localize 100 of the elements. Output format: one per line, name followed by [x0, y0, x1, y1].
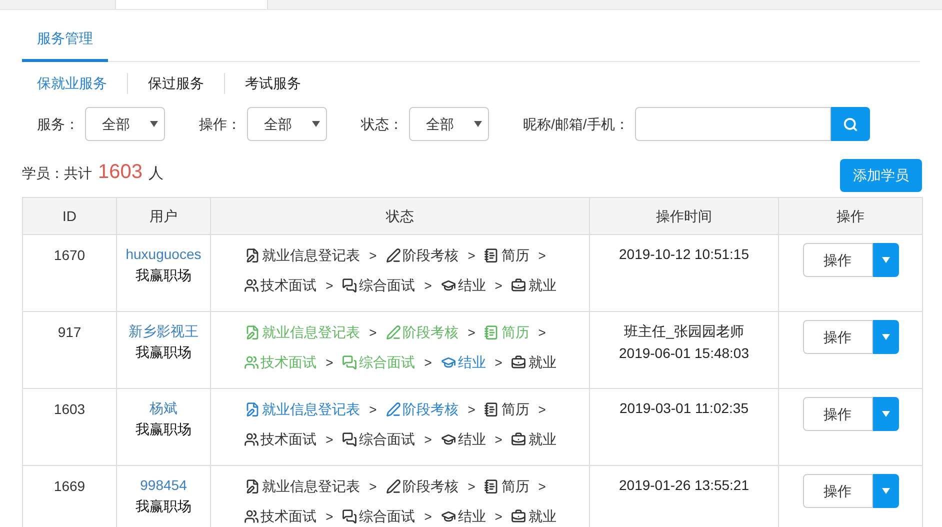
service-tab[interactable]: 考试服务 — [225, 72, 321, 94]
document-pen-icon — [245, 248, 260, 263]
step-label: 就业 — [528, 430, 556, 449]
step-label: 简历 — [501, 400, 530, 419]
column-header: 操作 — [778, 198, 922, 234]
chat-bubbles-icon — [342, 278, 358, 293]
service-tab[interactable]: 保过服务 — [128, 72, 224, 94]
step-separator: > — [326, 430, 334, 449]
user-link[interactable]: 杨斌 — [150, 398, 178, 419]
filter-label: 状态： — [361, 114, 403, 134]
operation-time: 2019-03-01 11:02:35 — [620, 399, 748, 418]
caret-icon — [312, 121, 320, 127]
search-field[interactable] — [634, 107, 831, 141]
action-button[interactable]: 操作 — [802, 243, 872, 277]
step-label: 综合面试 — [359, 276, 416, 295]
service-tab[interactable]: 保就业服务 — [22, 72, 127, 94]
step-separator: > — [369, 400, 377, 419]
step-separator: > — [494, 430, 502, 449]
step-label: 就业信息登记表 — [262, 246, 360, 265]
step-separator: > — [424, 508, 432, 526]
column-header: 操作时间 — [590, 198, 778, 234]
step-separator: > — [369, 324, 377, 342]
step-separator: > — [494, 276, 502, 295]
notebook-icon — [484, 479, 500, 494]
filter-select[interactable]: 全部 — [247, 107, 327, 141]
users-icon — [244, 432, 259, 447]
student-count-label: 学员：共计 — [22, 164, 92, 183]
step-label: 综合面试 — [359, 353, 416, 372]
page-tab[interactable]: 服务管理 — [22, 28, 108, 62]
step-label: 简历 — [501, 246, 530, 265]
user-link[interactable]: huxuguoces — [126, 244, 202, 265]
briefcase-icon — [511, 432, 526, 447]
step-label: 结业 — [458, 430, 486, 449]
briefcase-icon — [511, 509, 526, 524]
id-cell: 1670 — [22, 234, 116, 312]
step-label: 技术面试 — [260, 430, 317, 449]
step-label: 结业 — [458, 353, 486, 372]
action-dropdown-toggle[interactable] — [872, 243, 898, 277]
step-label: 就业信息登记表 — [262, 477, 360, 496]
step-label: 综合面试 — [359, 507, 416, 526]
step-label: 阶段考核 — [402, 477, 459, 496]
user-link[interactable]: 998454 — [140, 475, 187, 496]
user-org: 我赢职场 — [136, 420, 192, 439]
step-label: 技术面试 — [260, 353, 317, 372]
action-dropdown-toggle[interactable] — [872, 397, 898, 431]
search-button[interactable] — [830, 107, 870, 141]
step-label: 就业 — [528, 507, 556, 526]
search-icon — [842, 116, 858, 132]
operation-time: 班主任_张园园老师 — [624, 322, 744, 341]
filter-label: 服务： — [37, 114, 79, 134]
caret-icon — [150, 121, 158, 127]
id-cell: 1669 — [22, 466, 116, 527]
step-separator: > — [538, 400, 546, 419]
operation-time: 2019-06-01 15:48:03 — [619, 344, 749, 363]
step-label: 综合面试 — [359, 430, 416, 449]
step-label: 阶段考核 — [402, 246, 459, 265]
id-cell: 917 — [22, 312, 116, 388]
step-label: 技术面试 — [260, 276, 317, 295]
operation-time: 2019-10-12 10:51:15 — [619, 245, 749, 264]
pen-icon — [386, 402, 401, 417]
caret-icon — [882, 257, 890, 263]
action-dropdown-toggle[interactable] — [872, 474, 898, 508]
action-dropdown-toggle[interactable] — [872, 320, 898, 354]
step-label: 就业 — [528, 276, 556, 295]
action-button[interactable]: 操作 — [802, 320, 872, 354]
step-label: 简历 — [501, 323, 530, 342]
filter-select[interactable]: 全部 — [409, 107, 489, 141]
caret-icon — [474, 121, 482, 127]
step-separator: > — [326, 354, 334, 372]
step-separator: > — [468, 324, 476, 342]
briefcase-icon — [511, 355, 526, 370]
briefcase-icon — [511, 278, 526, 293]
notebook-icon — [484, 248, 500, 263]
step-label: 就业 — [528, 353, 556, 372]
step-separator: > — [468, 246, 476, 265]
step-separator: > — [424, 276, 432, 295]
step-label: 技术面试 — [260, 507, 317, 526]
step-separator: > — [468, 478, 476, 496]
filter-select[interactable]: 全部 — [85, 107, 165, 141]
user-link[interactable]: 新乡影视王 — [128, 321, 198, 342]
step-separator: > — [424, 354, 432, 372]
step-separator: > — [494, 354, 502, 372]
step-label: 阶段考核 — [402, 323, 459, 342]
step-separator: > — [326, 508, 334, 526]
pen-icon — [386, 479, 401, 494]
step-separator: > — [424, 430, 432, 449]
action-button[interactable]: 操作 — [802, 474, 872, 508]
graduation-cap-icon — [440, 509, 456, 524]
caret-icon — [882, 411, 890, 417]
filter-label: 操作： — [199, 114, 241, 134]
action-button[interactable]: 操作 — [802, 397, 872, 431]
chat-bubbles-icon — [342, 509, 358, 524]
step-separator: > — [538, 478, 546, 496]
step-separator: > — [538, 246, 546, 265]
graduation-cap-icon — [440, 278, 456, 293]
step-label: 简历 — [501, 477, 530, 496]
caret-icon — [882, 334, 890, 340]
column-header: 状态 — [210, 198, 590, 234]
user-org: 我赢职场 — [136, 497, 192, 516]
step-separator: > — [494, 508, 502, 526]
